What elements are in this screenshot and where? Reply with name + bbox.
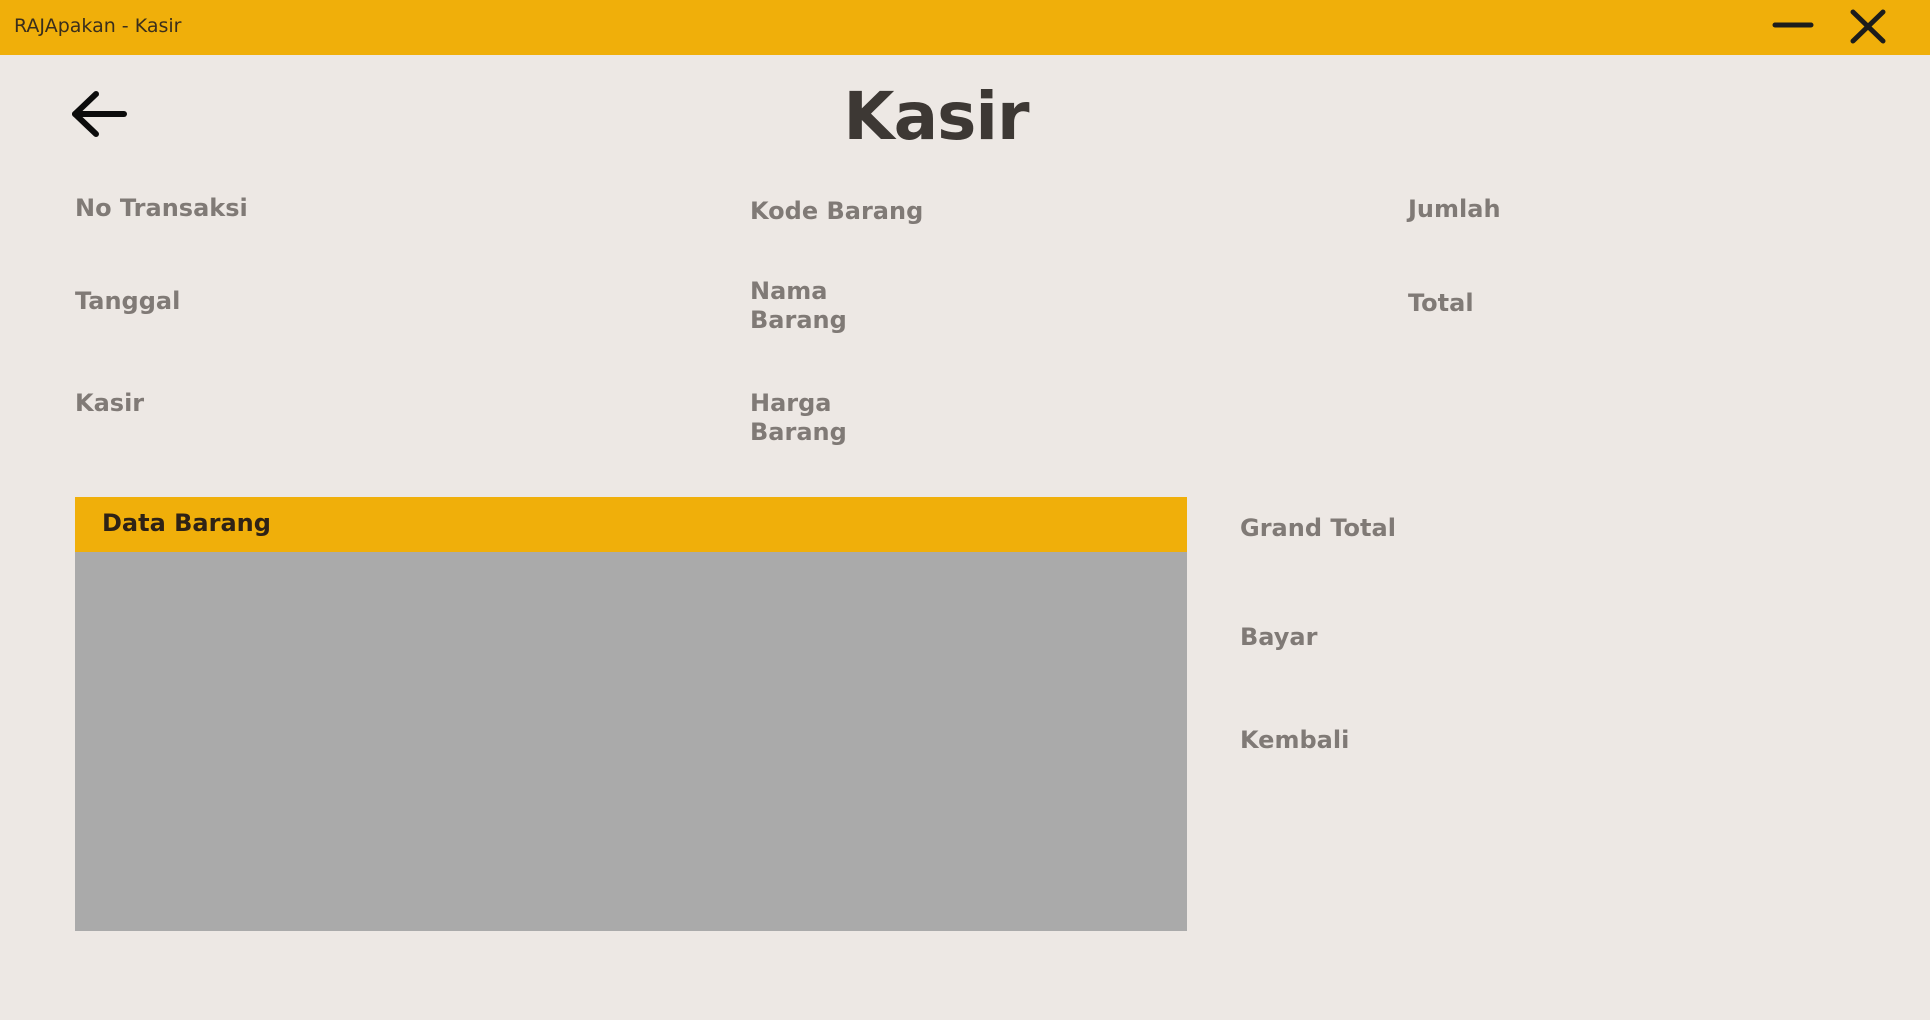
data-barang-table: Data Barang: [75, 497, 1187, 931]
kasir-window: RAJApakan - Kasir Kasir No Transaksi Tan…: [0, 0, 1930, 1020]
close-button[interactable]: [1838, 0, 1898, 55]
table-title: Data Barang: [102, 509, 271, 537]
title-bar: RAJApakan - Kasir: [0, 0, 1930, 55]
page-title: Kasir: [843, 78, 1029, 155]
close-icon: [1838, 0, 1898, 55]
kasir-label: Kasir: [75, 389, 145, 417]
bayar-label: Bayar: [1240, 623, 1318, 651]
tanggal-label: Tanggal: [75, 287, 181, 315]
jumlah-label: Jumlah: [1408, 195, 1501, 223]
minimize-icon: [1763, 0, 1823, 55]
kode-barang-label: Kode Barang: [750, 197, 924, 225]
nama-barang-label: Nama Barang: [750, 277, 847, 334]
minimize-button[interactable]: [1763, 0, 1823, 55]
window-title: RAJApakan - Kasir: [14, 15, 182, 37]
total-label: Total: [1408, 289, 1474, 317]
harga-barang-label: Harga Barang: [750, 389, 847, 446]
no-transaksi-label: No Transaksi: [75, 194, 248, 222]
grand-total-label: Grand Total: [1240, 514, 1396, 542]
table-header: Data Barang: [75, 497, 1187, 552]
kembali-label: Kembali: [1240, 726, 1350, 754]
table-body[interactable]: [75, 552, 1187, 931]
